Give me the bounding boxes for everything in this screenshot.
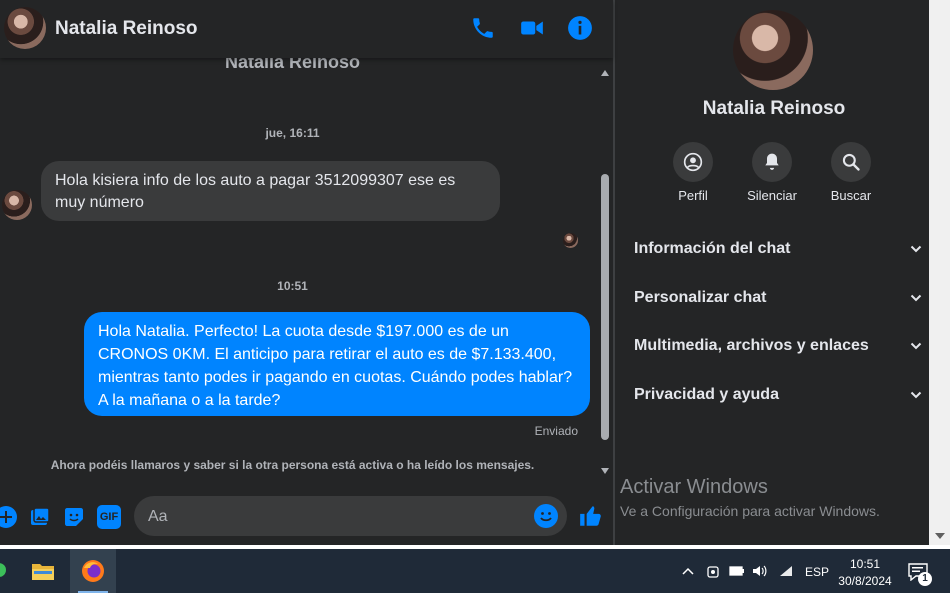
taskbar: ESP 10:51 30/8/2024 1 — [0, 549, 950, 593]
scroll-up-icon[interactable] — [601, 70, 609, 76]
timestamp: 10:51 — [277, 279, 308, 293]
section-label: Información del chat — [634, 240, 791, 257]
incoming-message[interactable]: Hola kisiera info de los auto a pagar 35… — [41, 161, 500, 221]
plus-icon[interactable] — [0, 505, 18, 529]
profile-name: Natalia Reinoso — [702, 98, 846, 119]
chevron-down-icon — [910, 391, 922, 399]
window-scrollbar[interactable] — [929, 0, 950, 549]
chat-details-panel: Natalia Reinoso Perfil Silenciar Buscar … — [615, 0, 950, 549]
notification-count-badge: 1 — [918, 572, 932, 586]
section-label: Multimedia, archivos y enlaces — [634, 337, 869, 354]
windows-activation-watermark: Activar Windows Ve a Configuración para … — [620, 476, 880, 519]
message-status: Enviado — [534, 424, 578, 438]
thumbs-up-icon[interactable] — [578, 503, 604, 529]
scroll-down-icon[interactable] — [601, 468, 609, 474]
section-label: Privacidad y ayuda — [634, 386, 779, 403]
conversation-contact-name: Natalia Reinoso — [224, 58, 361, 72]
search-button[interactable]: Buscar — [811, 142, 891, 203]
section-label: Personalizar chat — [634, 289, 767, 306]
bell-icon — [765, 153, 779, 170]
timestamp: jue, 16:11 — [265, 126, 320, 140]
watermark-title: Activar Windows — [620, 476, 768, 498]
chat-header: Natalia Reinoso — [0, 0, 613, 58]
message-input-container[interactable] — [134, 496, 567, 538]
language-indicator[interactable]: ESP — [805, 565, 829, 579]
chat-panel: Natalia Reinoso Natalia Reinoso jue, 16:… — [0, 0, 613, 549]
sender-avatar — [2, 190, 32, 220]
section-media-files-links[interactable]: Multimedia, archivos y enlaces — [634, 331, 922, 361]
file-explorer-icon[interactable] — [31, 561, 55, 581]
app-icon[interactable] — [0, 563, 6, 577]
phone-icon[interactable] — [470, 15, 496, 41]
search-label: Buscar — [830, 188, 872, 203]
wifi-icon[interactable] — [778, 564, 794, 578]
profile-button[interactable]: Perfil — [653, 142, 733, 203]
chevron-up-icon[interactable] — [682, 567, 694, 575]
battery-icon[interactable] — [729, 566, 745, 576]
section-customize-chat[interactable]: Personalizar chat — [634, 283, 922, 313]
volume-icon[interactable] — [752, 564, 768, 578]
chevron-down-icon — [910, 342, 922, 350]
profile-label: Perfil — [678, 188, 708, 203]
contact-name[interactable]: Natalia Reinoso — [55, 18, 198, 40]
info-icon[interactable] — [567, 15, 593, 41]
message-scrollbar[interactable] — [598, 66, 612, 478]
mute-button[interactable]: Silenciar — [732, 142, 812, 203]
system-clock[interactable]: 10:51 30/8/2024 — [830, 556, 900, 590]
firefox-taskbar-button[interactable] — [70, 549, 116, 593]
sticker-icon[interactable] — [62, 505, 86, 529]
presence-notice: Ahora podéis llamaros y saber si la otra… — [50, 458, 535, 472]
profile-avatar[interactable] — [733, 10, 813, 90]
gif-icon[interactable]: GIF — [97, 505, 121, 529]
message-input[interactable] — [146, 496, 530, 538]
profile-icon — [683, 152, 703, 172]
mute-label: Silenciar — [747, 188, 797, 203]
photo-icon[interactable] — [28, 505, 52, 529]
chevron-down-icon — [910, 294, 922, 302]
contact-avatar[interactable] — [4, 7, 46, 49]
message-list: Natalia Reinoso jue, 16:11 Hola kisiera … — [0, 58, 598, 488]
clock-date: 30/8/2024 — [838, 574, 892, 588]
scroll-thumb[interactable] — [601, 174, 609, 440]
clock-time: 10:51 — [849, 557, 881, 571]
emoji-icon[interactable] — [534, 504, 558, 528]
read-receipt-avatar — [563, 233, 578, 248]
firefox-icon — [82, 560, 104, 582]
composer: GIF — [0, 488, 613, 549]
search-icon — [842, 153, 860, 171]
outgoing-message[interactable]: Hola Natalia. Perfecto! La cuota desde $… — [84, 312, 590, 416]
video-call-icon[interactable] — [519, 15, 545, 41]
watermark-subtitle: Ve a Configuración para activar Windows. — [620, 503, 880, 519]
meet-now-icon[interactable] — [706, 565, 720, 579]
section-privacy-help[interactable]: Privacidad y ayuda — [634, 380, 922, 410]
chevron-down-icon — [910, 245, 922, 253]
scroll-down-icon[interactable] — [935, 533, 945, 539]
section-chat-info[interactable]: Información del chat — [634, 234, 922, 264]
